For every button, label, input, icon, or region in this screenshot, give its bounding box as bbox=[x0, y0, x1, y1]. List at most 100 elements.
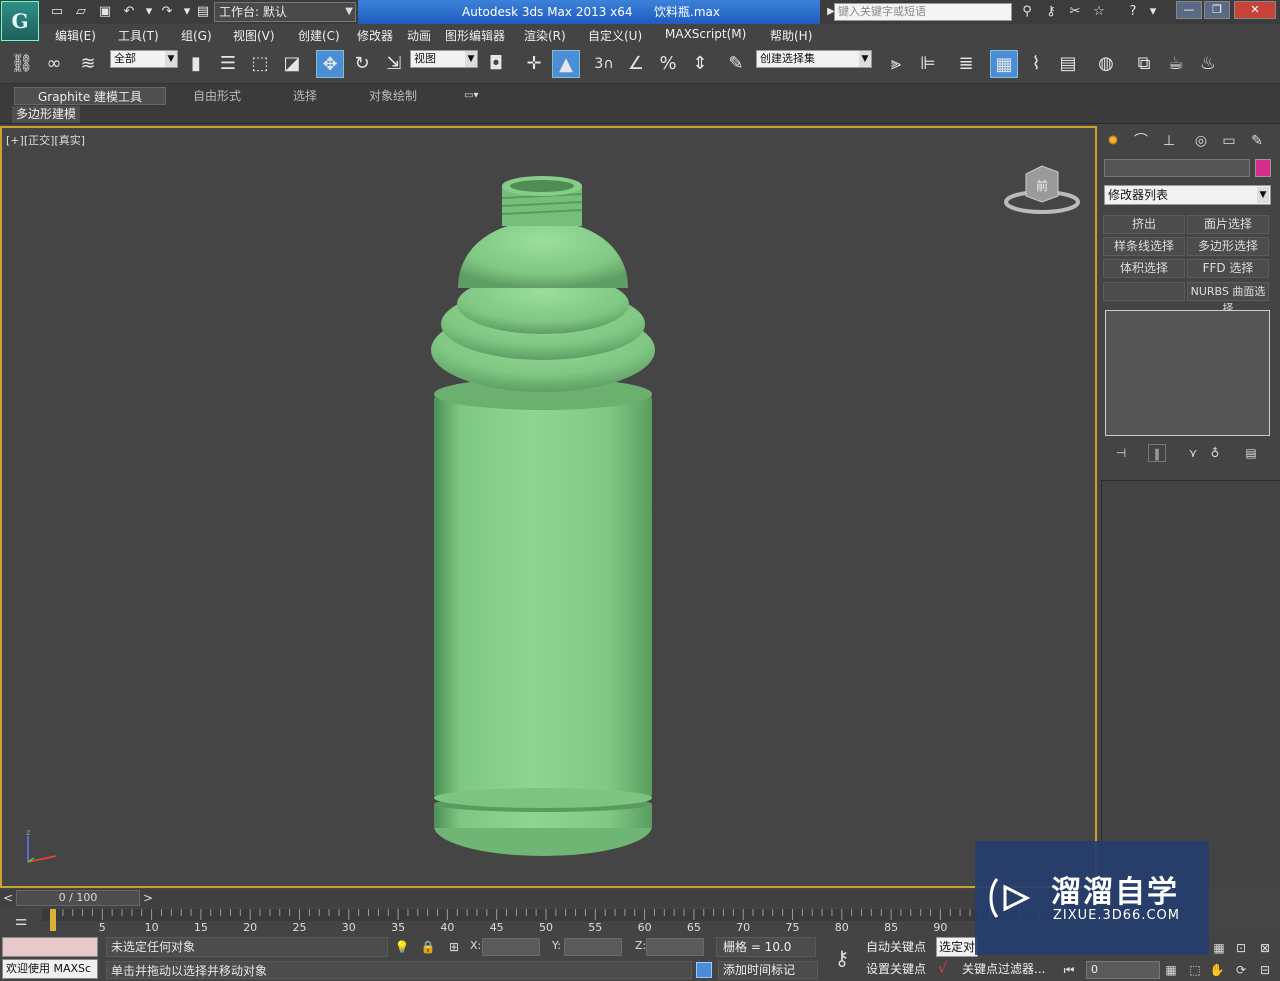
make-unique-icon[interactable]: ⋎ bbox=[1184, 444, 1202, 462]
add-time-tag-icon[interactable] bbox=[696, 962, 712, 978]
key-search-icon[interactable]: ⚷ bbox=[1042, 3, 1060, 21]
object-color-swatch[interactable] bbox=[1255, 159, 1271, 177]
y-coord-field[interactable] bbox=[564, 938, 622, 956]
angle-snap-icon[interactable]: ∠ bbox=[622, 50, 650, 78]
remove-modifier-icon[interactable]: ♁ bbox=[1206, 444, 1224, 462]
nurbs-surface-select-button[interactable]: NURBS 曲面选择 bbox=[1187, 282, 1269, 315]
hierarchy-tab-icon[interactable]: ⊥ bbox=[1157, 129, 1181, 153]
time-slider-thumb[interactable]: 0 / 100 bbox=[16, 890, 140, 906]
menu-help[interactable]: 帮助(H) bbox=[770, 27, 812, 44]
key-filters-button[interactable]: 关键点过滤器... bbox=[936, 959, 1048, 979]
menu-edit[interactable]: 编辑(E) bbox=[55, 27, 96, 44]
link-icon[interactable]: ⛓ bbox=[8, 50, 36, 78]
maximize-toggle-icon[interactable]: ⊟ bbox=[1256, 961, 1274, 979]
select-move-icon[interactable]: ✥ bbox=[316, 50, 344, 78]
create-tab-icon[interactable]: ✹ bbox=[1101, 129, 1125, 153]
redo-icon[interactable]: ↷ bbox=[158, 3, 176, 21]
menu-maxscript[interactable]: MAXScript(M) bbox=[665, 27, 746, 41]
zoom-extents-all-icon[interactable]: ⊡ bbox=[1232, 939, 1250, 957]
x-coord-field[interactable] bbox=[482, 938, 540, 956]
modify-tab-icon[interactable]: ⌒ bbox=[1129, 129, 1153, 153]
tab-freeform[interactable]: 自由形式 bbox=[193, 87, 241, 105]
tab-object-paint[interactable]: 对象绘制 bbox=[369, 87, 417, 105]
rectangle-selection-icon[interactable]: ⬚ bbox=[246, 50, 274, 78]
layer-manager-icon[interactable]: ≣ bbox=[952, 50, 980, 78]
select-rotate-icon[interactable]: ↻ bbox=[348, 50, 376, 78]
add-time-tag-button[interactable]: 添加时间标记 bbox=[718, 961, 818, 979]
exchange-icon[interactable]: ✂ bbox=[1066, 3, 1084, 21]
window-crossing-icon[interactable]: ◪ bbox=[278, 50, 306, 78]
key-set-dropdown[interactable]: 选定对 bbox=[936, 937, 978, 957]
save-file-icon[interactable]: ▣ bbox=[96, 3, 114, 21]
keyboard-shortcut-override-icon[interactable]: ▲ bbox=[552, 50, 580, 78]
mirror-icon[interactable]: ⫸ bbox=[882, 50, 910, 78]
timeline-ruler-track[interactable] bbox=[42, 909, 1097, 921]
set-key-icon[interactable]: ⚷ bbox=[822, 943, 862, 973]
align-icon[interactable]: ⊫ bbox=[914, 50, 942, 78]
close-button[interactable]: ✕ bbox=[1234, 1, 1276, 19]
rendered-frame-icon[interactable]: ☕ bbox=[1162, 50, 1190, 78]
pan-view-icon[interactable]: ✋ bbox=[1208, 961, 1226, 979]
menu-rendering[interactable]: 渲染(R) bbox=[524, 27, 566, 44]
isolate-selection-icon[interactable]: 💡 bbox=[394, 939, 410, 955]
tab-selection[interactable]: 选择 bbox=[293, 87, 317, 105]
ribbon-options-icon[interactable]: ▭▾ bbox=[464, 87, 478, 105]
workspace-dropdown[interactable]: 工作台: 默认 ▼ bbox=[214, 2, 356, 22]
manipulate-icon[interactable]: ✛ bbox=[520, 50, 548, 78]
menu-views[interactable]: 视图(V) bbox=[233, 27, 275, 44]
current-frame-field[interactable]: 0 bbox=[1086, 961, 1160, 979]
timeline-ruler[interactable]: 051015202530354045505560657075808590 bbox=[42, 909, 1097, 933]
new-file-icon[interactable]: ▭ bbox=[48, 3, 66, 21]
select-scale-icon[interactable]: ⇲ bbox=[380, 50, 408, 78]
maximize-viewport-icon[interactable]: ⊠ bbox=[1256, 939, 1274, 957]
pin-stack-icon[interactable]: ⊣ bbox=[1112, 444, 1130, 462]
display-tab-icon[interactable]: ▭ bbox=[1217, 129, 1241, 153]
menu-modifiers[interactable]: 修改器 bbox=[357, 27, 393, 44]
viewcube[interactable]: 前 bbox=[1004, 162, 1080, 214]
project-folder-icon[interactable]: ▤ bbox=[194, 3, 212, 21]
selection-lock-icon[interactable]: 🔒 bbox=[420, 939, 436, 955]
menu-animation[interactable]: 动画 bbox=[407, 27, 431, 44]
app-logo-icon[interactable]: G bbox=[1, 1, 39, 41]
schematic-view-icon[interactable]: ▤ bbox=[1054, 50, 1082, 78]
current-time-marker[interactable] bbox=[50, 909, 56, 931]
undo-icon[interactable]: ↶ bbox=[120, 3, 138, 21]
empty-modifier-button[interactable] bbox=[1103, 282, 1185, 301]
help-icon[interactable]: ? bbox=[1124, 3, 1142, 21]
tab-polygon-modeling[interactable]: 多边形建模 bbox=[12, 106, 81, 123]
maxscript-mini-listener[interactable]: 欢迎使用 MAXSc bbox=[2, 959, 98, 979]
graphite-toggle-icon[interactable]: ▦ bbox=[990, 50, 1018, 78]
selection-filter-dropdown[interactable]: 全部 ▼ bbox=[110, 50, 178, 68]
ffd-select-button[interactable]: FFD 选择 bbox=[1187, 259, 1269, 278]
patch-select-button[interactable]: 面片选择 bbox=[1187, 215, 1269, 234]
binoculars-icon[interactable]: ⚲ bbox=[1018, 3, 1036, 21]
menu-create[interactable]: 创建(C) bbox=[298, 27, 340, 44]
star-icon[interactable]: ☆ bbox=[1090, 3, 1108, 21]
menu-group[interactable]: 组(G) bbox=[181, 27, 212, 44]
poly-select-button[interactable]: 多边形选择 bbox=[1187, 237, 1269, 256]
set-key-button[interactable]: 设置关键点 bbox=[866, 959, 932, 979]
maxscript-listener-input[interactable] bbox=[2, 937, 98, 957]
bind-space-warp-icon[interactable]: ≋ bbox=[74, 50, 102, 78]
absolute-mode-icon[interactable]: ⊞ bbox=[446, 939, 462, 955]
material-editor-icon[interactable]: ◍ bbox=[1092, 50, 1120, 78]
motion-tab-icon[interactable]: ◎ bbox=[1189, 129, 1213, 153]
render-teapot-icon[interactable]: ♨ bbox=[1194, 50, 1222, 78]
zoom-extents-icon[interactable]: ▦ bbox=[1210, 939, 1228, 957]
time-slider-next-icon[interactable]: > bbox=[140, 890, 156, 906]
time-slider-prev-icon[interactable]: < bbox=[0, 890, 16, 906]
pivot-center-icon[interactable]: ◘ bbox=[482, 50, 510, 78]
go-to-start-icon[interactable]: ⏮ bbox=[1060, 961, 1078, 979]
spline-select-button[interactable]: 样条线选择 bbox=[1103, 237, 1185, 256]
tab-graphite-modeling[interactable]: Graphite 建模工具 bbox=[14, 87, 166, 105]
percent-snap-icon[interactable]: % bbox=[654, 50, 682, 78]
named-selection-dropdown[interactable]: 创建选择集 ▼ bbox=[756, 50, 872, 68]
modifier-list-dropdown[interactable]: 修改器列表 ▼ bbox=[1104, 185, 1271, 205]
time-config-icon[interactable]: ▦ bbox=[1162, 961, 1180, 979]
render-setup-icon[interactable]: ⧉ bbox=[1130, 50, 1158, 78]
bottle-model[interactable] bbox=[2, 128, 1095, 886]
select-by-name-icon[interactable]: ☰ bbox=[214, 50, 242, 78]
open-file-icon[interactable]: ▱ bbox=[72, 3, 90, 21]
auto-key-button[interactable]: 自动关键点 bbox=[866, 937, 932, 957]
spinner-snap-icon[interactable]: ⇕ bbox=[686, 50, 714, 78]
